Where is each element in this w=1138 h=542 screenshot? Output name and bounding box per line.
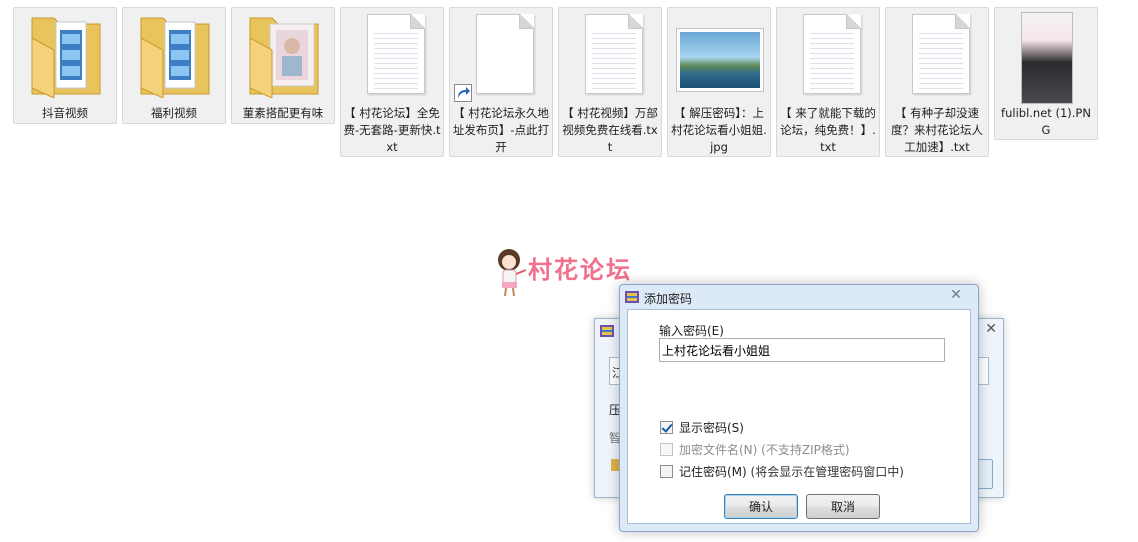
folder-icon	[31, 17, 101, 98]
file-name: fulibl.net (1).PNG	[1001, 106, 1091, 137]
photo-folder-icon	[249, 17, 319, 98]
file-tile-fuli[interactable]: 福利视频	[122, 7, 226, 124]
file-name: 福利视频	[151, 106, 197, 120]
file-tile-shortcut[interactable]: 【 村花论坛永久地址发布页】-点此打开	[449, 7, 553, 157]
text-file-icon	[367, 14, 425, 94]
text-file-icon	[912, 14, 970, 94]
encrypt-filenames-note: (不支持ZIP格式)	[761, 443, 850, 457]
file-tile-jpg[interactable]: 【 解压密码】：上村花论坛看小姐姐.jpg	[667, 7, 771, 157]
ok-button[interactable]: 确认	[724, 494, 798, 519]
file-tile-png[interactable]: fulibl.net (1).PNG	[994, 7, 1098, 140]
show-password-option[interactable]: 显示密码(S)	[660, 420, 744, 436]
image-thumbnail	[1021, 12, 1073, 104]
file-name: 【 村花论坛永久地址发布页】-点此打开	[452, 106, 550, 154]
close-icon[interactable]: ✕	[944, 286, 968, 304]
dialog-title: 添加密码	[644, 292, 693, 306]
file-name: 【 村花论坛】全免费-无套路-更新快.txt	[343, 106, 441, 154]
password-label: 输入密码(E)	[659, 324, 724, 338]
file-tile-folder-photos[interactable]: 菫素搭配更有味	[231, 7, 335, 124]
encrypt-filenames-label: 加密文件名(N)	[679, 443, 758, 457]
logo-text: 村花论坛	[528, 256, 632, 284]
file-tile-txt-1[interactable]: 【 村花论坛】全免费-无套路-更新快.txt	[340, 7, 444, 157]
file-name: 【 解压密码】：上村花论坛看小姐姐.jpg	[671, 106, 767, 154]
blank-file-icon	[476, 14, 534, 94]
cancel-button[interactable]: 取消	[806, 494, 880, 519]
archive-app-icon	[625, 291, 639, 303]
encrypt-filenames-checkbox	[660, 443, 673, 456]
close-icon[interactable]: ✕	[985, 321, 997, 337]
password-input[interactable]	[659, 338, 945, 362]
file-name: 菫素搭配更有味	[242, 106, 324, 120]
shortcut-arrow-icon	[454, 84, 472, 102]
show-password-label: 显示密码(S)	[679, 421, 744, 435]
file-tile-txt-3[interactable]: 【 来了就能下载的论坛，纯免费！】.txt	[776, 7, 880, 157]
file-name: 抖音视频	[42, 106, 88, 120]
remember-password-note: (将会显示在管理密码窗口中)	[750, 465, 904, 479]
archive-app-icon	[600, 325, 614, 337]
file-tile-douyin[interactable]: 抖音视频	[13, 7, 117, 124]
add-password-dialog: 添加密码 ✕ 输入密码(E) 显示密码(S) 加密文件名(N) (不支持ZIP格…	[619, 284, 979, 532]
file-name: 【 有种子却没速度？来村花论坛人工加速】.txt	[891, 106, 983, 154]
dialog-body: 输入密码(E) 显示密码(S) 加密文件名(N) (不支持ZIP格式) 记住密码…	[627, 309, 971, 524]
file-tile-txt-2[interactable]: 【 村花视频】万部视频免费在线看.txt	[558, 7, 662, 157]
remember-password-option[interactable]: 记住密码(M) (将会显示在管理密码窗口中)	[660, 464, 904, 480]
show-password-checkbox[interactable]	[660, 421, 673, 434]
folder-icon	[140, 17, 210, 98]
text-file-icon	[803, 14, 861, 94]
text-file-icon	[585, 14, 643, 94]
file-name: 【 村花视频】万部视频免费在线看.txt	[562, 106, 658, 154]
encrypt-filenames-option: 加密文件名(N) (不支持ZIP格式)	[660, 442, 850, 458]
file-name: 【 来了就能下载的论坛，纯免费！】.txt	[780, 106, 876, 154]
file-tile-txt-4[interactable]: 【 有种子却没速度？来村花论坛人工加速】.txt	[885, 7, 989, 157]
remember-password-checkbox[interactable]	[660, 465, 673, 478]
image-thumbnail	[676, 28, 764, 92]
remember-password-label: 记住密码(M)	[679, 465, 747, 479]
dialog-titlebar[interactable]: 添加密码 ✕	[620, 285, 978, 309]
girl-mascot-icon	[498, 249, 527, 297]
